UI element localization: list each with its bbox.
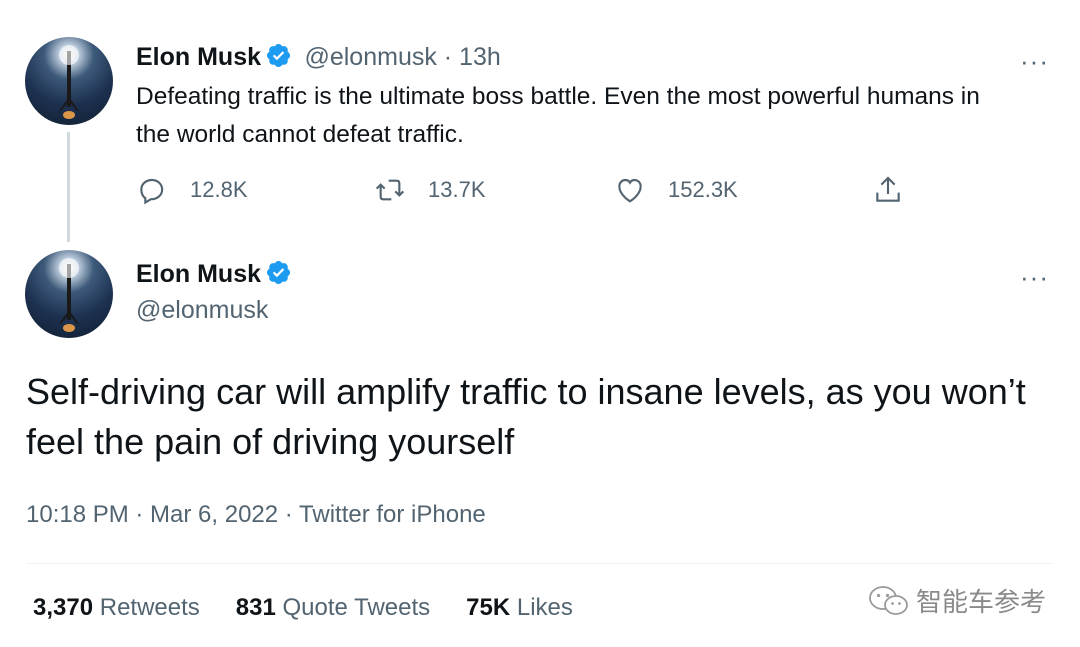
engagement-stats: 3,370 Retweets 831 Quote Tweets 75K Like… (33, 594, 573, 622)
handle-time[interactable]: @elonmusk · 13h (304, 43, 500, 71)
tweet-text: Defeating traffic is the ultimate boss b… (136, 83, 980, 148)
more-options-icon[interactable]: ··· (1020, 264, 1049, 290)
tweet-meta[interactable]: 10:18 PM · Mar 6, 2022 · Twitter for iPh… (26, 501, 486, 529)
quotes-label: Quote Tweets (282, 594, 431, 621)
retweet-icon (375, 179, 405, 201)
author-name[interactable]: Elon Musk (136, 260, 261, 288)
reply-button[interactable]: 12.8K (136, 174, 248, 206)
retweets-stat[interactable]: 3,370 Retweets (33, 594, 200, 622)
like-button[interactable]: 152.3K (614, 174, 738, 206)
verified-badge-icon (266, 260, 291, 285)
thread-line (67, 132, 70, 242)
reply-icon (140, 178, 164, 205)
author-handle[interactable]: @elonmusk (136, 296, 268, 325)
share-icon (876, 176, 900, 202)
quotes-count: 831 (235, 594, 276, 621)
avatar[interactable] (25, 37, 113, 125)
rocket-image (59, 45, 79, 119)
watermark: 智能车参考 (868, 582, 1046, 619)
retweets-count: 3,370 (33, 594, 94, 621)
watermark-text: 智能车参考 (915, 587, 1046, 617)
rocket-image (59, 258, 79, 332)
retweet-count: 13.7K (428, 177, 486, 202)
divider (26, 563, 1052, 564)
retweets-label: Retweets (99, 594, 200, 621)
like-count: 152.3K (668, 177, 738, 202)
tweet1-header: Elon Musk @elonmusk · 13h (136, 42, 501, 72)
verified-badge-icon (266, 43, 291, 68)
heart-icon (618, 178, 642, 203)
wechat-icon (869, 585, 908, 615)
avatar[interactable] (25, 250, 113, 338)
quote-tweets-stat[interactable]: 831 Quote Tweets (236, 594, 430, 622)
likes-count: 75K (466, 594, 511, 621)
retweet-button[interactable]: 13.7K (374, 174, 486, 206)
more-options-icon[interactable]: ··· (1020, 48, 1049, 74)
likes-stat[interactable]: 75K Likes (466, 594, 573, 622)
share-button[interactable] (872, 174, 904, 206)
tweet2-header: Elon Musk (136, 259, 292, 289)
likes-label: Likes (516, 594, 573, 621)
reply-count: 12.8K (190, 177, 248, 202)
author-name[interactable]: Elon Musk (136, 43, 261, 71)
tweet-text: Self-driving car will amplify traffic to… (26, 371, 1026, 462)
